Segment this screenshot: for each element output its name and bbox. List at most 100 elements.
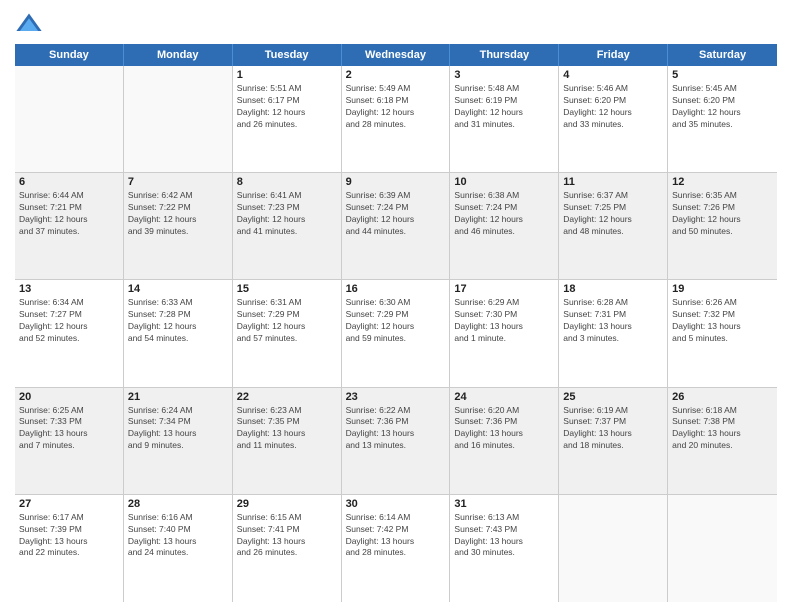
cal-cell: 18 Sunrise: 6:28 AM Sunset: 7:31 PM Dayli…: [559, 280, 668, 386]
day-info: Sunrise: 6:35 AM Sunset: 7:26 PM Dayligh…: [672, 190, 773, 238]
day-number: 22: [237, 391, 337, 403]
day-info: Sunrise: 6:15 AM Sunset: 7:41 PM Dayligh…: [237, 512, 337, 560]
header: [15, 10, 777, 38]
day-number: 1: [237, 69, 337, 81]
day-info: Sunrise: 6:39 AM Sunset: 7:24 PM Dayligh…: [346, 190, 446, 238]
day-info: Sunrise: 6:31 AM Sunset: 7:29 PM Dayligh…: [237, 297, 337, 345]
cal-cell: 31Sunrise: 6:13 AM Sunset: 7:43 PM Dayli…: [450, 495, 559, 602]
day-info: Sunrise: 6:16 AM Sunset: 7:40 PM Dayligh…: [128, 512, 228, 560]
day-info: Sunrise: 6:20 AM Sunset: 7:36 PM Dayligh…: [454, 405, 554, 453]
day-number: 20: [19, 391, 119, 403]
header-day-sunday: Sunday: [15, 44, 124, 66]
day-number: 19: [672, 283, 773, 295]
day-info: Sunrise: 6:37 AM Sunset: 7:25 PM Dayligh…: [563, 190, 663, 238]
day-info: Sunrise: 6:17 AM Sunset: 7:39 PM Dayligh…: [19, 512, 119, 560]
day-info: Sunrise: 6:23 AM Sunset: 7:35 PM Dayligh…: [237, 405, 337, 453]
day-number: 26: [672, 391, 773, 403]
cal-cell: 22 Sunrise: 6:23 AM Sunset: 7:35 PM Dayli…: [233, 388, 342, 494]
cal-cell: [668, 495, 777, 602]
day-number: 14: [128, 283, 228, 295]
day-info: Sunrise: 6:41 AM Sunset: 7:23 PM Dayligh…: [237, 190, 337, 238]
day-info: Sunrise: 6:25 AM Sunset: 7:33 PM Dayligh…: [19, 405, 119, 453]
cal-cell: 30 Sunrise: 6:14 AM Sunset: 7:42 PM Dayli…: [342, 495, 451, 602]
header-day-thursday: Thursday: [450, 44, 559, 66]
header-day-saturday: Saturday: [668, 44, 777, 66]
cal-cell: 8 Sunrise: 6:41 AM Sunset: 7:23 PM Daylig…: [233, 173, 342, 279]
day-number: 30: [346, 498, 446, 510]
cal-cell: 2Sunrise: 5:49 AM Sunset: 6:18 PM Daylig…: [342, 66, 451, 172]
day-info: Sunrise: 5:51 AM Sunset: 6:17 PM Dayligh…: [237, 83, 337, 131]
day-number: 7: [128, 176, 228, 188]
cal-cell: 25 Sunrise: 6:19 AM Sunset: 7:37 PM Dayli…: [559, 388, 668, 494]
cal-cell: 4 Sunrise: 5:46 AM Sunset: 6:20 PM Daylig…: [559, 66, 668, 172]
day-number: 18: [563, 283, 663, 295]
day-info: Sunrise: 6:22 AM Sunset: 7:36 PM Dayligh…: [346, 405, 446, 453]
day-info: Sunrise: 6:30 AM Sunset: 7:29 PM Dayligh…: [346, 297, 446, 345]
cal-row-3: 20 Sunrise: 6:25 AM Sunset: 7:33 PM Dayli…: [15, 388, 777, 495]
day-number: 29: [237, 498, 337, 510]
day-number: 17: [454, 283, 554, 295]
cal-cell: 21Sunrise: 6:24 AM Sunset: 7:34 PM Dayli…: [124, 388, 233, 494]
cal-cell: 7 Sunrise: 6:42 AM Sunset: 7:22 PM Daylig…: [124, 173, 233, 279]
day-info: Sunrise: 6:24 AM Sunset: 7:34 PM Dayligh…: [128, 405, 228, 453]
calendar-body: 1 Sunrise: 5:51 AM Sunset: 6:17 PM Daylig…: [15, 66, 777, 602]
cal-cell: [559, 495, 668, 602]
header-day-monday: Monday: [124, 44, 233, 66]
cal-cell: 1 Sunrise: 5:51 AM Sunset: 6:17 PM Daylig…: [233, 66, 342, 172]
header-day-wednesday: Wednesday: [342, 44, 451, 66]
day-number: 15: [237, 283, 337, 295]
logo-icon: [15, 10, 43, 38]
day-info: Sunrise: 6:13 AM Sunset: 7:43 PM Dayligh…: [454, 512, 554, 560]
day-info: Sunrise: 6:26 AM Sunset: 7:32 PM Dayligh…: [672, 297, 773, 345]
day-info: Sunrise: 6:29 AM Sunset: 7:30 PM Dayligh…: [454, 297, 554, 345]
cal-cell: 20 Sunrise: 6:25 AM Sunset: 7:33 PM Dayli…: [15, 388, 124, 494]
cal-cell: 5Sunrise: 5:45 AM Sunset: 6:20 PM Daylig…: [668, 66, 777, 172]
calendar: SundayMondayTuesdayWednesdayThursdayFrid…: [15, 44, 777, 602]
cal-cell: 16 Sunrise: 6:30 AM Sunset: 7:29 PM Dayli…: [342, 280, 451, 386]
cal-cell: [124, 66, 233, 172]
day-info: Sunrise: 6:34 AM Sunset: 7:27 PM Dayligh…: [19, 297, 119, 345]
cal-row-0: 1 Sunrise: 5:51 AM Sunset: 6:17 PM Daylig…: [15, 66, 777, 173]
cal-cell: 24 Sunrise: 6:20 AM Sunset: 7:36 PM Dayli…: [450, 388, 559, 494]
cal-cell: 17 Sunrise: 6:29 AM Sunset: 7:30 PM Dayli…: [450, 280, 559, 386]
cal-cell: [15, 66, 124, 172]
day-number: 3: [454, 69, 554, 81]
day-number: 23: [346, 391, 446, 403]
cal-cell: 12Sunrise: 6:35 AM Sunset: 7:26 PM Dayli…: [668, 173, 777, 279]
cal-row-2: 13 Sunrise: 6:34 AM Sunset: 7:27 PM Dayli…: [15, 280, 777, 387]
cal-cell: 3 Sunrise: 5:48 AM Sunset: 6:19 PM Daylig…: [450, 66, 559, 172]
cal-cell: 15 Sunrise: 6:31 AM Sunset: 7:29 PM Dayli…: [233, 280, 342, 386]
cal-cell: 9Sunrise: 6:39 AM Sunset: 7:24 PM Daylig…: [342, 173, 451, 279]
day-info: Sunrise: 5:45 AM Sunset: 6:20 PM Dayligh…: [672, 83, 773, 131]
page: SundayMondayTuesdayWednesdayThursdayFrid…: [0, 0, 792, 612]
day-info: Sunrise: 5:48 AM Sunset: 6:19 PM Dayligh…: [454, 83, 554, 131]
day-info: Sunrise: 6:28 AM Sunset: 7:31 PM Dayligh…: [563, 297, 663, 345]
day-number: 25: [563, 391, 663, 403]
day-number: 10: [454, 176, 554, 188]
cal-cell: 23 Sunrise: 6:22 AM Sunset: 7:36 PM Dayli…: [342, 388, 451, 494]
day-number: 28: [128, 498, 228, 510]
day-info: Sunrise: 6:44 AM Sunset: 7:21 PM Dayligh…: [19, 190, 119, 238]
logo: [15, 10, 47, 38]
cal-cell: 11Sunrise: 6:37 AM Sunset: 7:25 PM Dayli…: [559, 173, 668, 279]
calendar-header: SundayMondayTuesdayWednesdayThursdayFrid…: [15, 44, 777, 66]
day-info: Sunrise: 6:14 AM Sunset: 7:42 PM Dayligh…: [346, 512, 446, 560]
cal-cell: 14 Sunrise: 6:33 AM Sunset: 7:28 PM Dayli…: [124, 280, 233, 386]
cal-cell: 6Sunrise: 6:44 AM Sunset: 7:21 PM Daylig…: [15, 173, 124, 279]
cal-cell: 26 Sunrise: 6:18 AM Sunset: 7:38 PM Dayli…: [668, 388, 777, 494]
day-info: Sunrise: 6:42 AM Sunset: 7:22 PM Dayligh…: [128, 190, 228, 238]
day-info: Sunrise: 6:19 AM Sunset: 7:37 PM Dayligh…: [563, 405, 663, 453]
day-info: Sunrise: 5:49 AM Sunset: 6:18 PM Dayligh…: [346, 83, 446, 131]
day-number: 8: [237, 176, 337, 188]
day-number: 16: [346, 283, 446, 295]
day-number: 24: [454, 391, 554, 403]
cal-row-4: 27Sunrise: 6:17 AM Sunset: 7:39 PM Dayli…: [15, 495, 777, 602]
day-number: 13: [19, 283, 119, 295]
day-info: Sunrise: 6:33 AM Sunset: 7:28 PM Dayligh…: [128, 297, 228, 345]
header-day-friday: Friday: [559, 44, 668, 66]
day-info: Sunrise: 5:46 AM Sunset: 6:20 PM Dayligh…: [563, 83, 663, 131]
day-info: Sunrise: 6:18 AM Sunset: 7:38 PM Dayligh…: [672, 405, 773, 453]
cal-cell: 13 Sunrise: 6:34 AM Sunset: 7:27 PM Dayli…: [15, 280, 124, 386]
day-number: 4: [563, 69, 663, 81]
cal-cell: 28 Sunrise: 6:16 AM Sunset: 7:40 PM Dayli…: [124, 495, 233, 602]
